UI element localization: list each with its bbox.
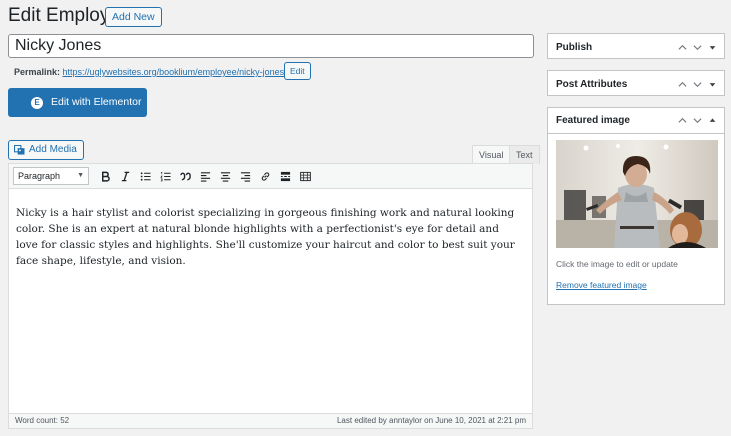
move-up-icon[interactable]: [675, 37, 690, 57]
word-count: Word count: 52: [15, 416, 70, 425]
bulleted-list-icon[interactable]: [135, 166, 155, 186]
move-up-icon[interactable]: [675, 111, 690, 131]
align-center-icon[interactable]: [215, 166, 235, 186]
content-editor: Paragraph ▼ Nicky is a hair stylist and …: [8, 163, 533, 429]
move-up-icon[interactable]: [675, 74, 690, 94]
elementor-button-label: Edit with Elementor: [51, 96, 142, 108]
permalink-link[interactable]: https://uglywebsites.org/booklium/employ…: [63, 67, 295, 77]
add-media-label: Add Media: [29, 144, 77, 155]
publish-box: Publish: [547, 33, 725, 59]
featured-image-box: Featured image Click the image to edit o…: [547, 107, 725, 305]
editor-toolbar: Paragraph ▼: [9, 164, 532, 189]
link-icon[interactable]: [255, 166, 275, 186]
format-select-value: Paragraph: [18, 171, 61, 181]
edit-with-elementor-button[interactable]: E Edit with Elementor: [8, 88, 147, 117]
tab-visual[interactable]: Visual: [472, 145, 511, 165]
post-attributes-title: Post Attributes: [556, 78, 628, 90]
tab-text[interactable]: Text: [509, 145, 540, 164]
post-attributes-box: Post Attributes: [547, 70, 725, 96]
bold-icon[interactable]: [95, 166, 115, 186]
format-select[interactable]: Paragraph ▼: [13, 167, 89, 185]
numbered-list-icon[interactable]: [155, 166, 175, 186]
caret-down-icon[interactable]: [705, 37, 720, 57]
add-media-button[interactable]: Add Media: [8, 140, 84, 160]
move-down-icon[interactable]: [690, 37, 705, 57]
chevron-down-icon: ▼: [77, 172, 84, 179]
publish-box-header[interactable]: Publish: [548, 34, 724, 60]
blockquote-icon[interactable]: [175, 166, 195, 186]
featured-image-title: Featured image: [556, 115, 630, 126]
caret-up-icon[interactable]: [705, 111, 720, 131]
permalink-label: Permalink:: [14, 67, 61, 77]
post-attributes-header[interactable]: Post Attributes: [548, 71, 724, 97]
featured-image-hint: Click the image to edit or update: [556, 259, 678, 269]
align-left-icon[interactable]: [195, 166, 215, 186]
last-edited: Last edited by anntaylor on June 10, 202…: [336, 416, 526, 425]
toolbar-toggle-icon[interactable]: [295, 166, 315, 186]
publish-box-title: Publish: [556, 41, 593, 53]
elementor-icon: E: [31, 96, 43, 109]
italic-icon[interactable]: [115, 166, 135, 186]
add-new-button[interactable]: Add New: [105, 7, 162, 27]
permalink: Permalink: https://uglywebsites.org/book…: [14, 66, 295, 78]
align-right-icon[interactable]: [235, 166, 255, 186]
post-title-input[interactable]: Nicky Jones: [8, 34, 534, 58]
move-down-icon[interactable]: [690, 74, 705, 94]
media-icon: [14, 145, 25, 155]
move-down-icon[interactable]: [690, 111, 705, 131]
featured-image[interactable]: [556, 140, 718, 248]
read-more-icon[interactable]: [275, 166, 295, 186]
editor-status-bar: Word count: 52 Last edited by anntaylor …: [9, 413, 532, 428]
editor-content[interactable]: Nicky is a hair stylist and colorist spe…: [16, 205, 520, 269]
caret-down-icon[interactable]: [705, 74, 720, 94]
permalink-edit-button[interactable]: Edit: [284, 62, 311, 80]
featured-image-header[interactable]: Featured image: [548, 108, 724, 134]
remove-featured-image-link[interactable]: Remove featured image: [556, 280, 647, 290]
